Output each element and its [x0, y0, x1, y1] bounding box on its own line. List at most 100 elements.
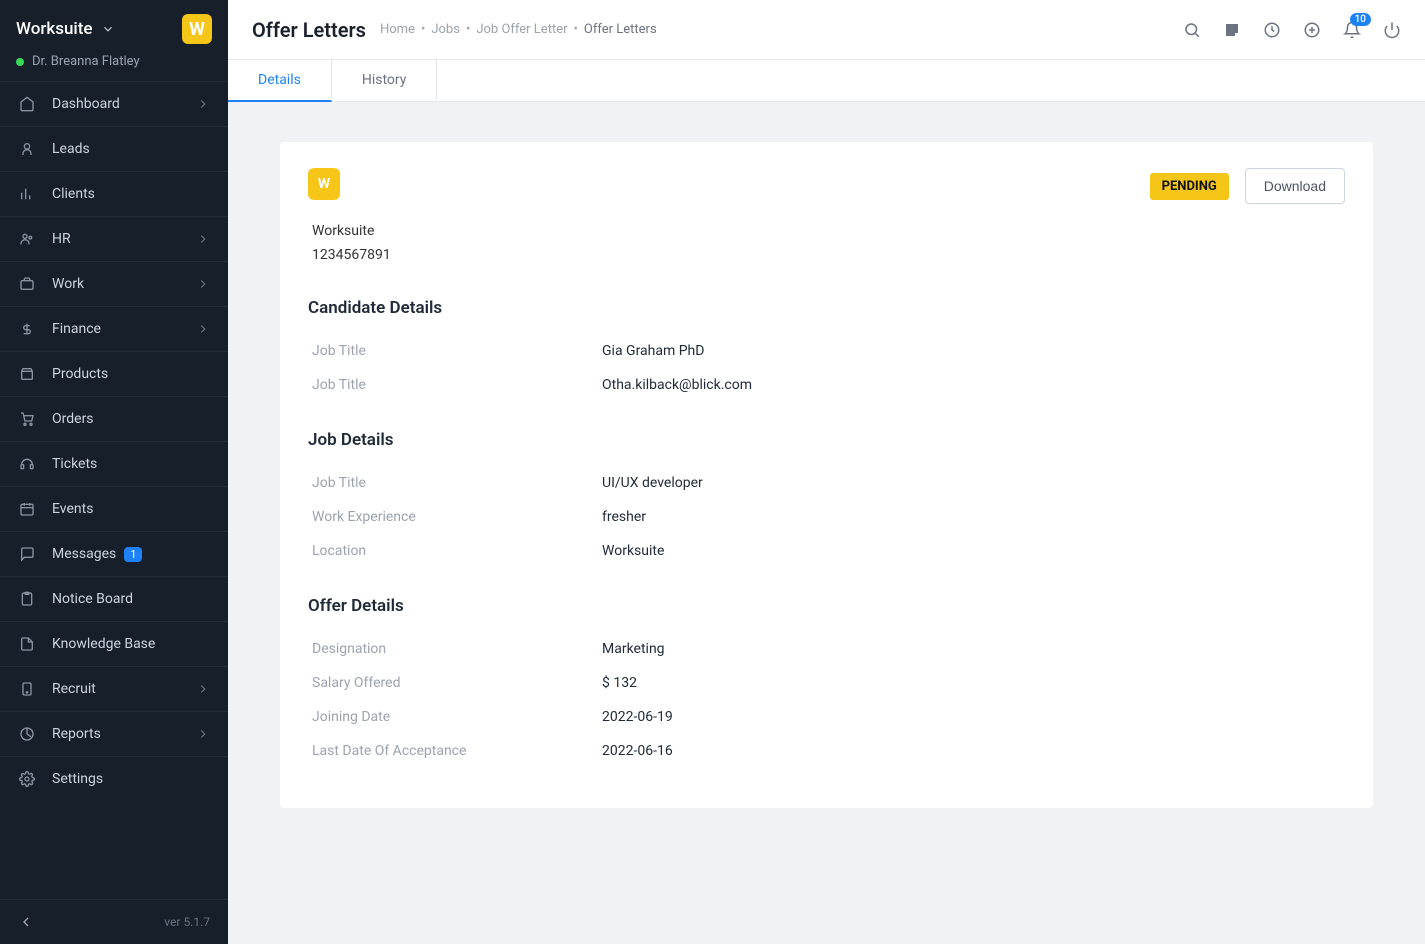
- detail-label: Location: [312, 543, 602, 559]
- sidebar-item-reports[interactable]: Reports: [0, 711, 228, 756]
- work-icon: [18, 275, 36, 293]
- sidebar-item-finance[interactable]: Finance: [0, 306, 228, 351]
- notes-button[interactable]: [1223, 21, 1241, 39]
- sidebar-item-label: Settings: [52, 771, 103, 787]
- breadcrumb-separator: •: [466, 22, 470, 37]
- search-button[interactable]: [1183, 21, 1201, 39]
- detail-value: UI/UX developer: [602, 475, 703, 491]
- sidebar-item-products[interactable]: Products: [0, 351, 228, 396]
- sticky-note-icon: [1223, 21, 1241, 39]
- orders-icon: [18, 410, 36, 428]
- sidebar-item-label: Notice Board: [52, 591, 133, 607]
- breadcrumb-item: Offer Letters: [584, 22, 657, 37]
- download-button[interactable]: Download: [1245, 168, 1345, 204]
- breadcrumb: Home•Jobs•Job Offer Letter•Offer Letters: [380, 22, 657, 37]
- detail-row: Job TitleGia Graham PhD: [308, 334, 1345, 368]
- sidebar-item-messages[interactable]: Messages1: [0, 531, 228, 576]
- brand-name: Worksuite: [16, 19, 93, 39]
- sidebar-collapse-button[interactable]: [18, 914, 34, 930]
- sidebar-item-label: Dashboard: [52, 96, 120, 112]
- chevron-right-icon: [196, 727, 210, 741]
- hr-icon: [18, 230, 36, 248]
- logout-button[interactable]: [1383, 21, 1401, 39]
- notification-count: 10: [1350, 13, 1371, 26]
- detail-label: Job Title: [312, 475, 602, 491]
- sidebar-item-dashboard[interactable]: Dashboard: [0, 81, 228, 126]
- recruit-icon: [18, 680, 36, 698]
- chevron-down-icon: [101, 22, 115, 36]
- reports-icon: [18, 725, 36, 743]
- sidebar-item-tickets[interactable]: Tickets: [0, 441, 228, 486]
- chevron-right-icon: [196, 277, 210, 291]
- sidebar-item-label: HR: [52, 231, 71, 247]
- detail-row: LocationWorksuite: [308, 534, 1345, 568]
- breadcrumb-item[interactable]: Jobs: [431, 22, 460, 37]
- section-title: Candidate Details: [308, 298, 1345, 318]
- breadcrumb-item[interactable]: Home: [380, 22, 415, 37]
- sidebar-item-label: Reports: [52, 726, 101, 742]
- sidebar-item-label: Orders: [52, 411, 94, 427]
- breadcrumb-separator: •: [574, 22, 578, 37]
- sidebar-item-label: Leads: [52, 141, 90, 157]
- detail-row: Salary Offered$ 132: [308, 666, 1345, 700]
- detail-value: Otha.kilback@blick.com: [602, 377, 752, 393]
- search-icon: [1183, 21, 1201, 39]
- tab-history[interactable]: History: [332, 60, 438, 101]
- detail-row: Job TitleOtha.kilback@blick.com: [308, 368, 1345, 402]
- products-icon: [18, 365, 36, 383]
- sidebar-item-label: Clients: [52, 186, 95, 202]
- clients-icon: [18, 185, 36, 203]
- breadcrumb-item[interactable]: Job Offer Letter: [476, 22, 567, 37]
- detail-row: Job TitleUI/UX developer: [308, 466, 1345, 500]
- status-online-icon: [16, 58, 24, 66]
- sidebar-item-events[interactable]: Events: [0, 486, 228, 531]
- chevron-right-icon: [196, 682, 210, 696]
- notice-board-icon: [18, 590, 36, 608]
- sidebar-item-knowledge-base[interactable]: Knowledge Base: [0, 621, 228, 666]
- detail-label: Last Date Of Acceptance: [312, 743, 602, 759]
- detail-row: Work Experiencefresher: [308, 500, 1345, 534]
- page-title: Offer Letters: [252, 18, 366, 42]
- sidebar-item-work[interactable]: Work: [0, 261, 228, 306]
- detail-value: Gia Graham PhD: [602, 343, 704, 359]
- company-logo: W: [308, 168, 340, 200]
- detail-label: Work Experience: [312, 509, 602, 525]
- section-title: Job Details: [308, 430, 1345, 450]
- user-name: Dr. Breanna Flatley: [32, 54, 140, 69]
- chevron-right-icon: [196, 322, 210, 336]
- sidebar-item-settings[interactable]: Settings: [0, 756, 228, 801]
- sidebar-nav: Dashboard Leads Clients HR Work Finance Produc…: [0, 81, 228, 899]
- sidebar-item-hr[interactable]: HR: [0, 216, 228, 261]
- notifications-button[interactable]: 10: [1343, 21, 1361, 39]
- timer-button[interactable]: [1263, 21, 1281, 39]
- tickets-icon: [18, 455, 36, 473]
- dashboard-icon: [18, 95, 36, 113]
- sidebar-item-orders[interactable]: Orders: [0, 396, 228, 441]
- brand-logo: W: [182, 14, 212, 44]
- add-button[interactable]: [1303, 21, 1321, 39]
- chevron-left-icon: [18, 914, 34, 930]
- detail-value: fresher: [602, 509, 646, 525]
- sidebar-item-notice-board[interactable]: Notice Board: [0, 576, 228, 621]
- sidebar-item-label: Products: [52, 366, 108, 382]
- section-title: Offer Details: [308, 596, 1345, 616]
- detail-value: Worksuite: [602, 543, 664, 559]
- clock-icon: [1263, 21, 1281, 39]
- company-id: 1234567891: [312, 244, 1345, 268]
- brand-switcher[interactable]: Worksuite: [16, 19, 115, 39]
- plus-circle-icon: [1303, 21, 1321, 39]
- detail-value: $ 132: [602, 675, 637, 691]
- sidebar-item-badge: 1: [124, 547, 142, 562]
- chevron-right-icon: [196, 232, 210, 246]
- tab-details[interactable]: Details: [228, 60, 332, 102]
- sidebar-item-label: Work: [52, 276, 84, 292]
- detail-label: Salary Offered: [312, 675, 602, 691]
- offer-card: W PENDING Download Worksuite 1234567891 …: [280, 142, 1373, 808]
- sidebar-item-recruit[interactable]: Recruit: [0, 666, 228, 711]
- detail-label: Joining Date: [312, 709, 602, 725]
- sidebar-item-clients[interactable]: Clients: [0, 171, 228, 216]
- power-icon: [1383, 21, 1401, 39]
- sidebar-item-leads[interactable]: Leads: [0, 126, 228, 171]
- detail-label: Job Title: [312, 377, 602, 393]
- current-user[interactable]: Dr. Breanna Flatley: [0, 54, 228, 81]
